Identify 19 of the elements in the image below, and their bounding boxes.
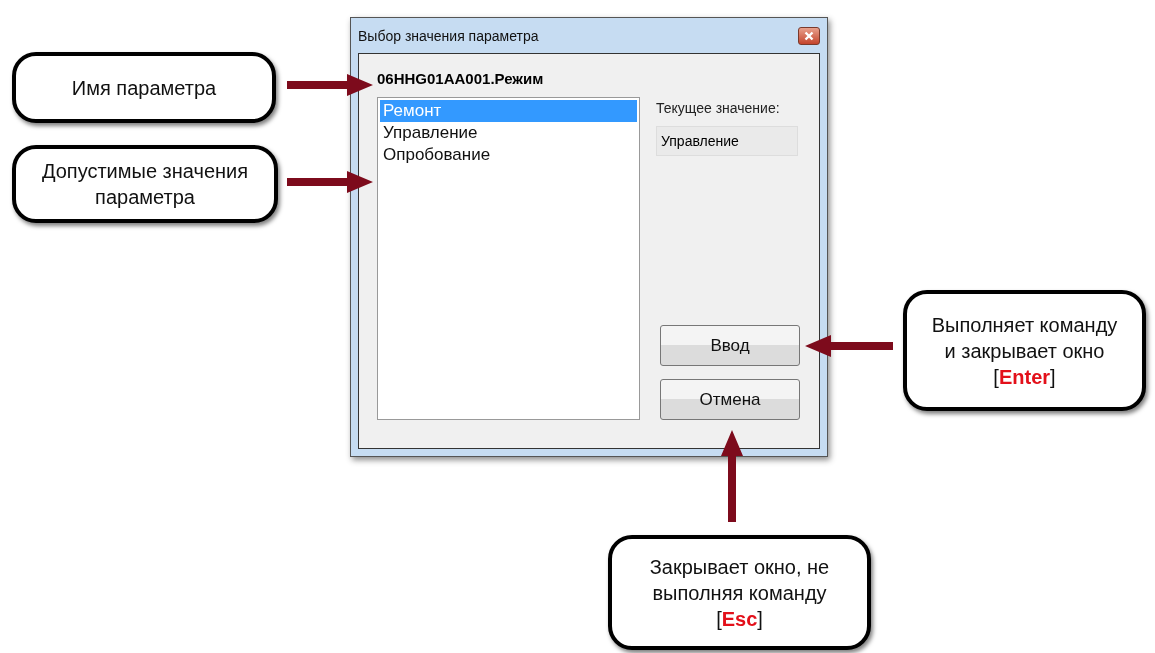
arrow-icon bbox=[721, 430, 743, 522]
close-button[interactable] bbox=[798, 26, 820, 45]
callout-text: Закрывает окно, не выполняя команду [Esc] bbox=[649, 554, 830, 632]
current-value-label: Текущее значение: bbox=[656, 100, 780, 116]
enter-button[interactable]: Ввод bbox=[660, 325, 800, 366]
close-icon bbox=[804, 30, 814, 41]
current-value-field: Управление bbox=[656, 126, 798, 156]
cancel-button[interactable]: Отмена bbox=[660, 379, 800, 420]
window-title: Выбор значения параметра bbox=[358, 27, 539, 44]
callout-text: Выполняет команду и закрывает окно [Enter] bbox=[931, 312, 1118, 390]
arrow-icon bbox=[287, 74, 373, 96]
list-item[interactable]: Управление bbox=[380, 122, 637, 144]
arrow-icon bbox=[287, 171, 373, 193]
callout-text: Имя параметра bbox=[71, 75, 217, 101]
values-list[interactable]: Ремонт Управление Опробование bbox=[377, 97, 640, 420]
list-item[interactable]: Опробование bbox=[380, 144, 637, 166]
callout-text: Допустимые значения параметра bbox=[41, 159, 249, 210]
arrow-icon bbox=[805, 335, 893, 357]
parameter-name: 06HHG01AA001.Режим bbox=[377, 70, 544, 87]
